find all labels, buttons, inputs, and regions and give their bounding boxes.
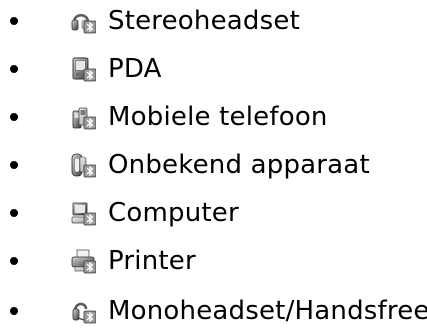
device-label: Monoheadset/Handsfree (108, 296, 427, 326)
bullet (10, 257, 18, 265)
bullet (10, 307, 18, 315)
stereo-headset-icon (71, 13, 96, 34)
list-item-pda[interactable]: PDA (0, 50, 427, 90)
bullet (10, 17, 18, 25)
mono-headset-icon (72, 302, 96, 324)
list-item-computer[interactable]: Computer (0, 194, 427, 234)
device-label: Stereoheadset (108, 6, 300, 36)
device-list: Stereoheadset PDA Mobiele telefoon Onbek… (0, 0, 427, 334)
device-label: PDA (108, 54, 162, 84)
computer-icon (71, 202, 96, 226)
list-item-monoheadset-handsfree[interactable]: Monoheadset/Handsfree (0, 292, 427, 332)
bullet (10, 209, 18, 217)
list-item-onbekend-apparaat[interactable]: Onbekend apparaat (0, 146, 427, 186)
device-label: Onbekend apparaat (108, 150, 370, 180)
device-label: Computer (108, 198, 239, 228)
bullet (10, 161, 18, 169)
printer-icon (71, 249, 96, 274)
pda-icon (72, 57, 96, 82)
device-label: Mobiele telefoon (108, 102, 328, 132)
list-item-stereoheadset[interactable]: Stereoheadset (0, 2, 427, 42)
mobile-phone-icon (72, 107, 96, 130)
list-item-printer[interactable]: Printer (0, 242, 427, 282)
list-item-mobiele-telefoon[interactable]: Mobiele telefoon (0, 98, 427, 138)
unknown-device-icon (71, 153, 96, 178)
bullet (10, 65, 18, 73)
device-label: Printer (108, 246, 196, 276)
bullet (10, 113, 18, 121)
